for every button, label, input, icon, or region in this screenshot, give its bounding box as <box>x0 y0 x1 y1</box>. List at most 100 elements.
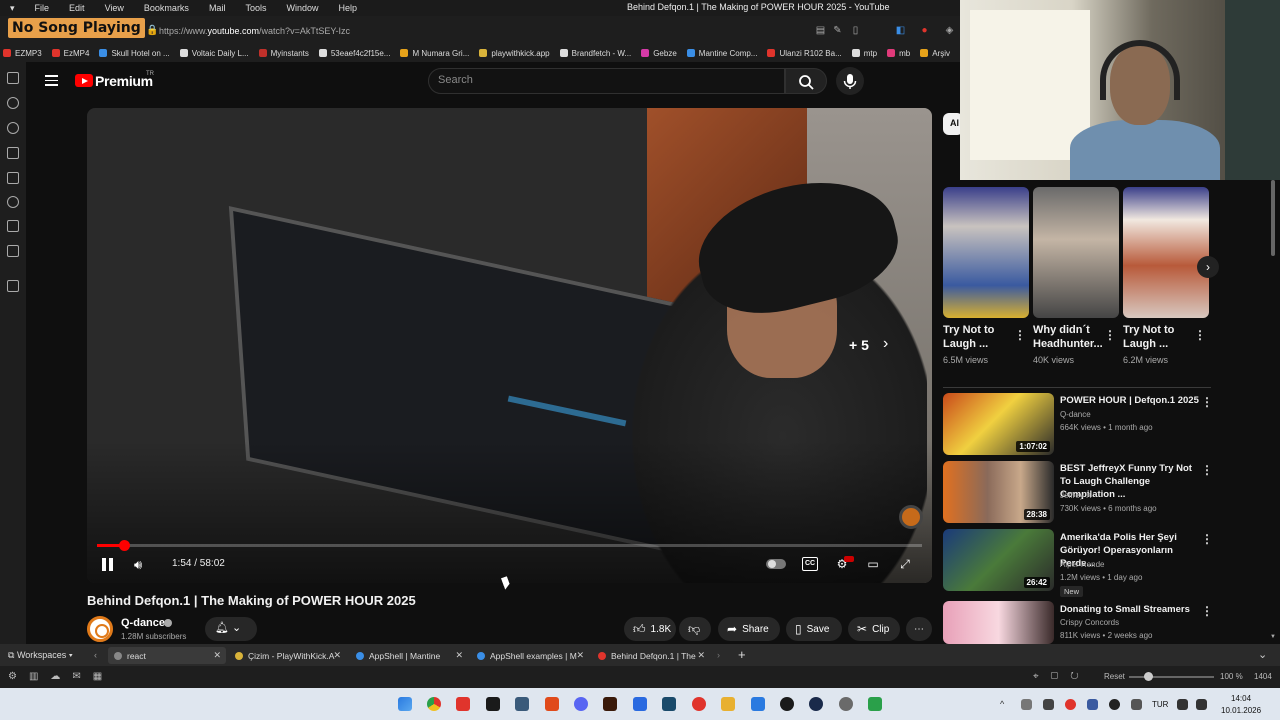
app-icon[interactable] <box>868 697 882 711</box>
zoom-slider-knob[interactable] <box>1144 672 1153 681</box>
menu-mail[interactable]: Mail <box>199 3 236 13</box>
captions-button[interactable]: CC <box>802 557 818 571</box>
more-vert-icon[interactable]: ⋮ <box>1104 328 1116 342</box>
video-channel[interactable]: Jeffrey X <box>1060 491 1091 500</box>
tab-scroll-left-icon[interactable]: ‹ <box>94 650 97 660</box>
tray-icon[interactable] <box>1109 699 1120 710</box>
taskbar-time[interactable]: 14:04 <box>1231 694 1251 703</box>
app-icon[interactable] <box>662 697 676 711</box>
illustrator-icon[interactable] <box>603 697 617 711</box>
menu-icon[interactable] <box>45 75 58 86</box>
youtube-logo-icon[interactable] <box>75 74 93 87</box>
terminal-icon[interactable] <box>486 697 500 711</box>
bookmark-item[interactable]: Skull Hotel on ... <box>99 49 170 58</box>
chrome-icon[interactable] <box>427 697 441 711</box>
short-title[interactable]: Try Not to Laugh ... <box>1123 323 1193 351</box>
video-channel[interactable]: Crispy Concords <box>1060 618 1119 627</box>
volume-icon[interactable]: 🔊︎ <box>134 557 142 573</box>
video-thumbnail[interactable] <box>943 601 1054 644</box>
reader-icon[interactable]: ▤ <box>815 25 826 36</box>
notes-panel-icon[interactable] <box>7 147 19 159</box>
discord-icon[interactable] <box>574 697 588 711</box>
bookmark-item[interactable]: Voltaic Daily L... <box>179 49 249 58</box>
page-scrollbar[interactable] <box>1271 180 1275 256</box>
tab-item[interactable]: Çizim - PlayWithKick.A ✕ <box>229 647 346 664</box>
url-field[interactable]: https://www.youtube.com/watch?v=AkTtSEY-… <box>159 26 350 36</box>
menu-tools[interactable]: Tools <box>235 3 276 13</box>
close-tab-icon[interactable]: ✕ <box>576 650 584 661</box>
reading-list-panel-icon[interactable] <box>7 196 19 208</box>
search-input[interactable] <box>428 68 785 94</box>
app-menu-icon[interactable]: ▾ <box>0 3 25 14</box>
file-explorer-icon[interactable] <box>721 697 735 711</box>
windows-start-icon[interactable] <box>398 697 412 711</box>
menu-file[interactable]: File <box>25 3 60 13</box>
video-channel[interactable]: Q-dance <box>1060 410 1091 419</box>
notification-bell-button[interactable]: 🔔︎ ⌄ <box>205 617 257 641</box>
filezilla-icon[interactable] <box>545 697 559 711</box>
obs-icon[interactable] <box>780 697 794 711</box>
more-vert-icon[interactable]: ⋮ <box>1014 328 1026 342</box>
menu-bookmarks[interactable]: Bookmarks <box>134 3 199 13</box>
language-indicator[interactable]: TUR <box>1152 700 1168 709</box>
bookmark-item[interactable]: EzMP4 <box>51 49 89 58</box>
new-tab-icon[interactable]: + <box>738 647 746 662</box>
progress-bar[interactable] <box>97 544 922 547</box>
dislike-button[interactable]: 👎︎ <box>679 617 711 641</box>
more-actions-button[interactable]: ⋯ <box>906 617 932 641</box>
tray-icon[interactable] <box>1087 699 1098 710</box>
tab-scroll-right-icon[interactable]: › <box>717 650 720 660</box>
bookmark-item[interactable]: playwithkick.app <box>479 49 550 58</box>
video-title-link[interactable]: POWER HOUR | Defqon.1 2025 <box>1060 394 1200 407</box>
bookmark-item[interactable]: EZMP3 <box>2 49 42 58</box>
clip-button[interactable]: ✂ Clip <box>848 617 900 641</box>
share-button[interactable]: ➦ Share <box>718 617 780 641</box>
video-player[interactable] <box>87 108 932 583</box>
progress-scrubber[interactable] <box>119 540 131 551</box>
shorts-next-button[interactable]: › <box>1197 256 1219 278</box>
downloads-panel-icon[interactable] <box>7 97 19 109</box>
bookmark-item[interactable]: 53eaef4c2f15e... <box>318 49 390 58</box>
tray-chevron-icon[interactable]: ^ <box>1000 699 1004 709</box>
lock-icon[interactable]: 🔒 <box>146 25 158 36</box>
steam-icon[interactable] <box>809 697 823 711</box>
tab-item[interactable]: AppShell | Mantine ✕ <box>350 647 468 664</box>
more-vert-icon[interactable]: ⋮ <box>1201 463 1213 477</box>
short-thumbnail[interactable] <box>1033 187 1119 318</box>
save-button[interactable]: ▯ Save <box>786 617 842 641</box>
more-vert-icon[interactable]: ⋮ <box>1201 604 1213 618</box>
menu-help[interactable]: Help <box>328 3 367 13</box>
status-bar-tools[interactable]: ⚙▥☁✉▦ <box>8 671 114 682</box>
bookmark-item[interactable]: Ulanzi R102 Ba... <box>767 49 842 58</box>
theater-mode-icon[interactable]: ▭ <box>865 557 881 571</box>
scroll-down-icon[interactable]: ▼ <box>1270 634 1276 640</box>
workspaces-button[interactable]: ⧉ Workspaces ▾ <box>8 650 73 661</box>
more-vert-icon[interactable]: ⋮ <box>1194 328 1206 342</box>
close-tab-icon[interactable]: ✕ <box>213 650 221 661</box>
channel-watermark[interactable] <box>899 505 923 529</box>
search-button[interactable] <box>785 68 827 94</box>
tray-icon[interactable] <box>1043 699 1054 710</box>
app-icon[interactable] <box>515 697 529 711</box>
app-icon[interactable] <box>839 697 853 711</box>
channel-name[interactable]: Q-dance <box>121 617 165 629</box>
shield-icon[interactable]: ◈ <box>944 25 955 36</box>
record-icon[interactable]: ● <box>919 25 930 36</box>
zoom-slider[interactable] <box>1129 676 1214 678</box>
history-panel-icon[interactable] <box>7 122 19 134</box>
tab-item[interactable]: Behind Defqon.1 | The ✕ <box>592 647 710 664</box>
bookmarks-panel-icon[interactable] <box>7 72 19 84</box>
translate-icon[interactable]: ◧ <box>895 25 906 36</box>
close-tab-icon[interactable]: ✕ <box>333 650 341 661</box>
autoplay-toggle[interactable] <box>766 559 786 569</box>
video-title-link[interactable]: Donating to Small Streamers <box>1060 603 1200 616</box>
mail-panel-icon[interactable] <box>7 245 19 257</box>
zoom-reset-button[interactable]: Reset <box>1104 672 1125 681</box>
translate-panel-icon[interactable] <box>7 172 19 184</box>
bookmark-item[interactable]: Gebze <box>641 49 677 58</box>
more-videos-overlay[interactable]: + 5 <box>849 337 869 353</box>
edit-icon[interactable]: ✎ <box>832 25 843 36</box>
tray-icon[interactable] <box>1021 699 1032 710</box>
capture-tools[interactable]: ⌖▢↻ <box>1033 671 1091 682</box>
menu-edit[interactable]: Edit <box>59 3 95 13</box>
